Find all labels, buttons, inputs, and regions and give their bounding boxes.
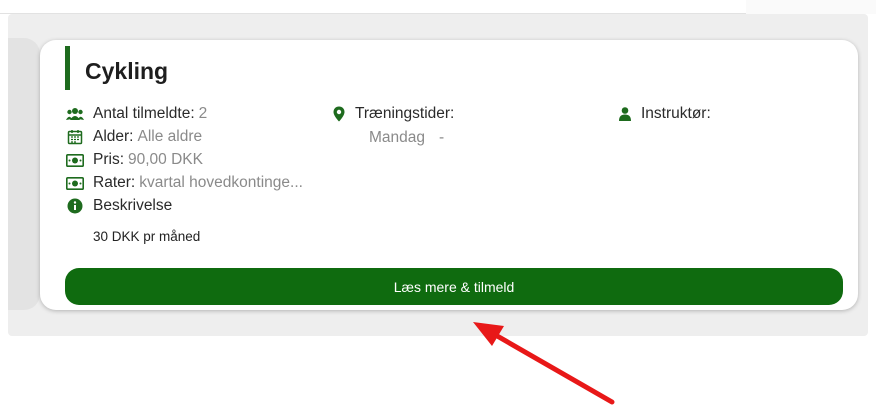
- arrow-annotation: [473, 322, 615, 405]
